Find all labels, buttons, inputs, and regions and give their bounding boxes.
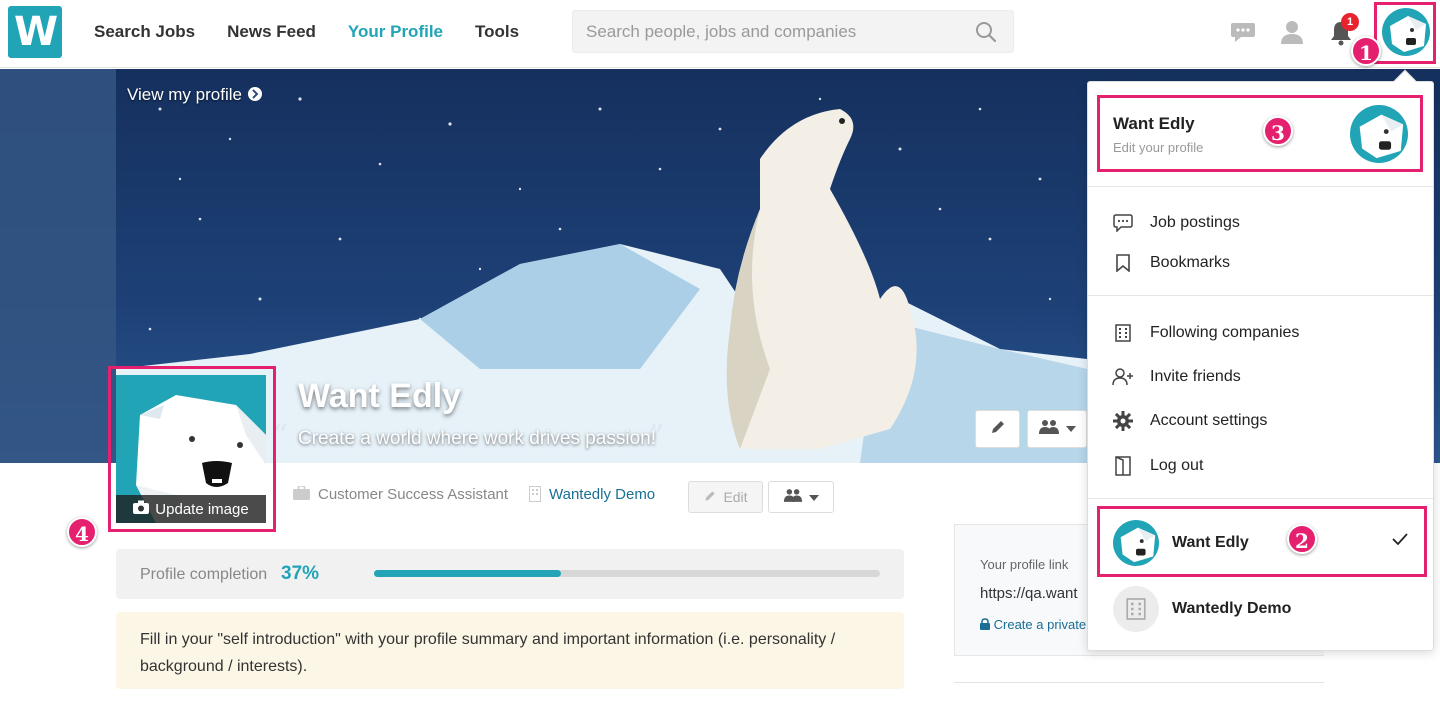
caret-down-icon [809,489,819,505]
add-user-icon [1112,368,1134,386]
create-private-link[interactable]: Create a private [980,617,1086,632]
profile-completion-percent: 37% [281,563,320,584]
annotation-marker-1: 1 [1351,36,1381,66]
cover-visibility-button[interactable] [1027,410,1087,448]
close-quote-icon: ” [648,417,665,455]
menu-item-log-out[interactable]: Log out [1112,453,1412,479]
cover-user-name: Want Edly [298,377,462,415]
company-link[interactable]: Wantedly Demo [549,486,655,503]
nav-search-jobs[interactable]: Search Jobs [94,22,195,42]
cover-tagline: Create a world where work drives passion… [298,428,656,449]
profile-completion-progress-fill [374,570,562,577]
divider [1088,498,1433,499]
account-option-wantedly-demo[interactable]: Wantedly Demo [1088,576,1433,640]
annotation-marker-4: 4 [67,517,97,547]
profile-completion-label: Profile completion [140,566,268,583]
menu-item-job-postings[interactable]: Job postings [1112,210,1412,236]
profile-link-url[interactable]: https://qa.want [980,585,1078,602]
nav-news-feed[interactable]: News Feed [227,22,316,42]
job-title: Customer Success Assistant [318,486,509,503]
wantedly-logo[interactable]: W [8,6,62,58]
messages-icon[interactable] [1230,20,1256,49]
menu-item-invite-friends[interactable]: Invite friends [1112,364,1412,390]
annotation-marker-3: 3 [1263,116,1293,146]
annotation-box-2 [1097,506,1427,577]
profile-completion-card: Profile completion 37% [116,549,904,599]
view-my-profile-label: View my profile [127,85,242,104]
divider [1088,186,1433,187]
menu-item-label: Log out [1150,457,1204,474]
chat-bubble-icon [1112,214,1134,232]
annotation-marker-2: 2 [1287,524,1317,554]
self-introduction-hint: Fill in your "self introduction" with yo… [116,612,904,689]
annotation-box-4 [108,366,276,532]
edit-profile-button[interactable]: Edit [688,481,763,513]
create-private-link-label: Create a private [993,617,1087,632]
account-name: Wantedly Demo [1172,600,1292,617]
company-building-icon [529,486,541,506]
pencil-icon [989,418,1007,441]
briefcase-icon [293,485,310,504]
group-icon [1038,419,1060,440]
gear-icon [1112,411,1134,431]
caret-down-icon [1066,420,1076,438]
nav-your-profile[interactable]: Your Profile [348,22,443,42]
annotation-box-3 [1097,95,1423,172]
main-nav: Search Jobs News Feed Your Profile Tools [94,22,519,42]
nav-tools[interactable]: Tools [475,22,519,42]
edit-label: Edit [723,489,748,505]
menu-item-label: Bookmarks [1150,254,1231,271]
annotation-box-1 [1374,2,1436,64]
menu-item-account-settings[interactable]: Account settings [1112,408,1412,434]
search-input[interactable] [573,11,953,52]
notification-count-badge: 1 [1341,13,1359,31]
bookmark-icon [1112,254,1134,272]
company-avatar [1113,586,1159,632]
menu-item-label: Account settings [1150,412,1268,429]
pencil-icon [703,489,717,506]
view-my-profile-link[interactable]: View my profile [127,85,263,105]
top-navigation-bar: W Search Jobs News Feed Your Profile Too… [0,0,1440,68]
people-icon[interactable] [1281,20,1303,49]
menu-item-bookmarks[interactable]: Bookmarks [1112,250,1412,276]
menu-item-label: Invite friends [1150,368,1241,385]
divider [1088,295,1433,296]
lock-icon [980,617,994,632]
profile-completion-progress-bar [374,570,880,577]
building-icon [1112,324,1134,342]
profile-visibility-button[interactable] [768,481,834,513]
search-icon[interactable] [975,21,997,48]
profile-link-label: Your profile link [980,557,1069,572]
arrow-right-circle-icon [247,85,263,104]
logout-icon [1112,456,1134,476]
divider [954,682,1324,683]
edit-cover-button[interactable] [975,410,1020,448]
menu-item-following-companies[interactable]: Following companies [1112,320,1412,346]
group-icon [783,488,803,506]
search-bar [572,10,1014,53]
menu-item-label: Following companies [1150,324,1300,341]
menu-item-label: Job postings [1150,214,1240,231]
